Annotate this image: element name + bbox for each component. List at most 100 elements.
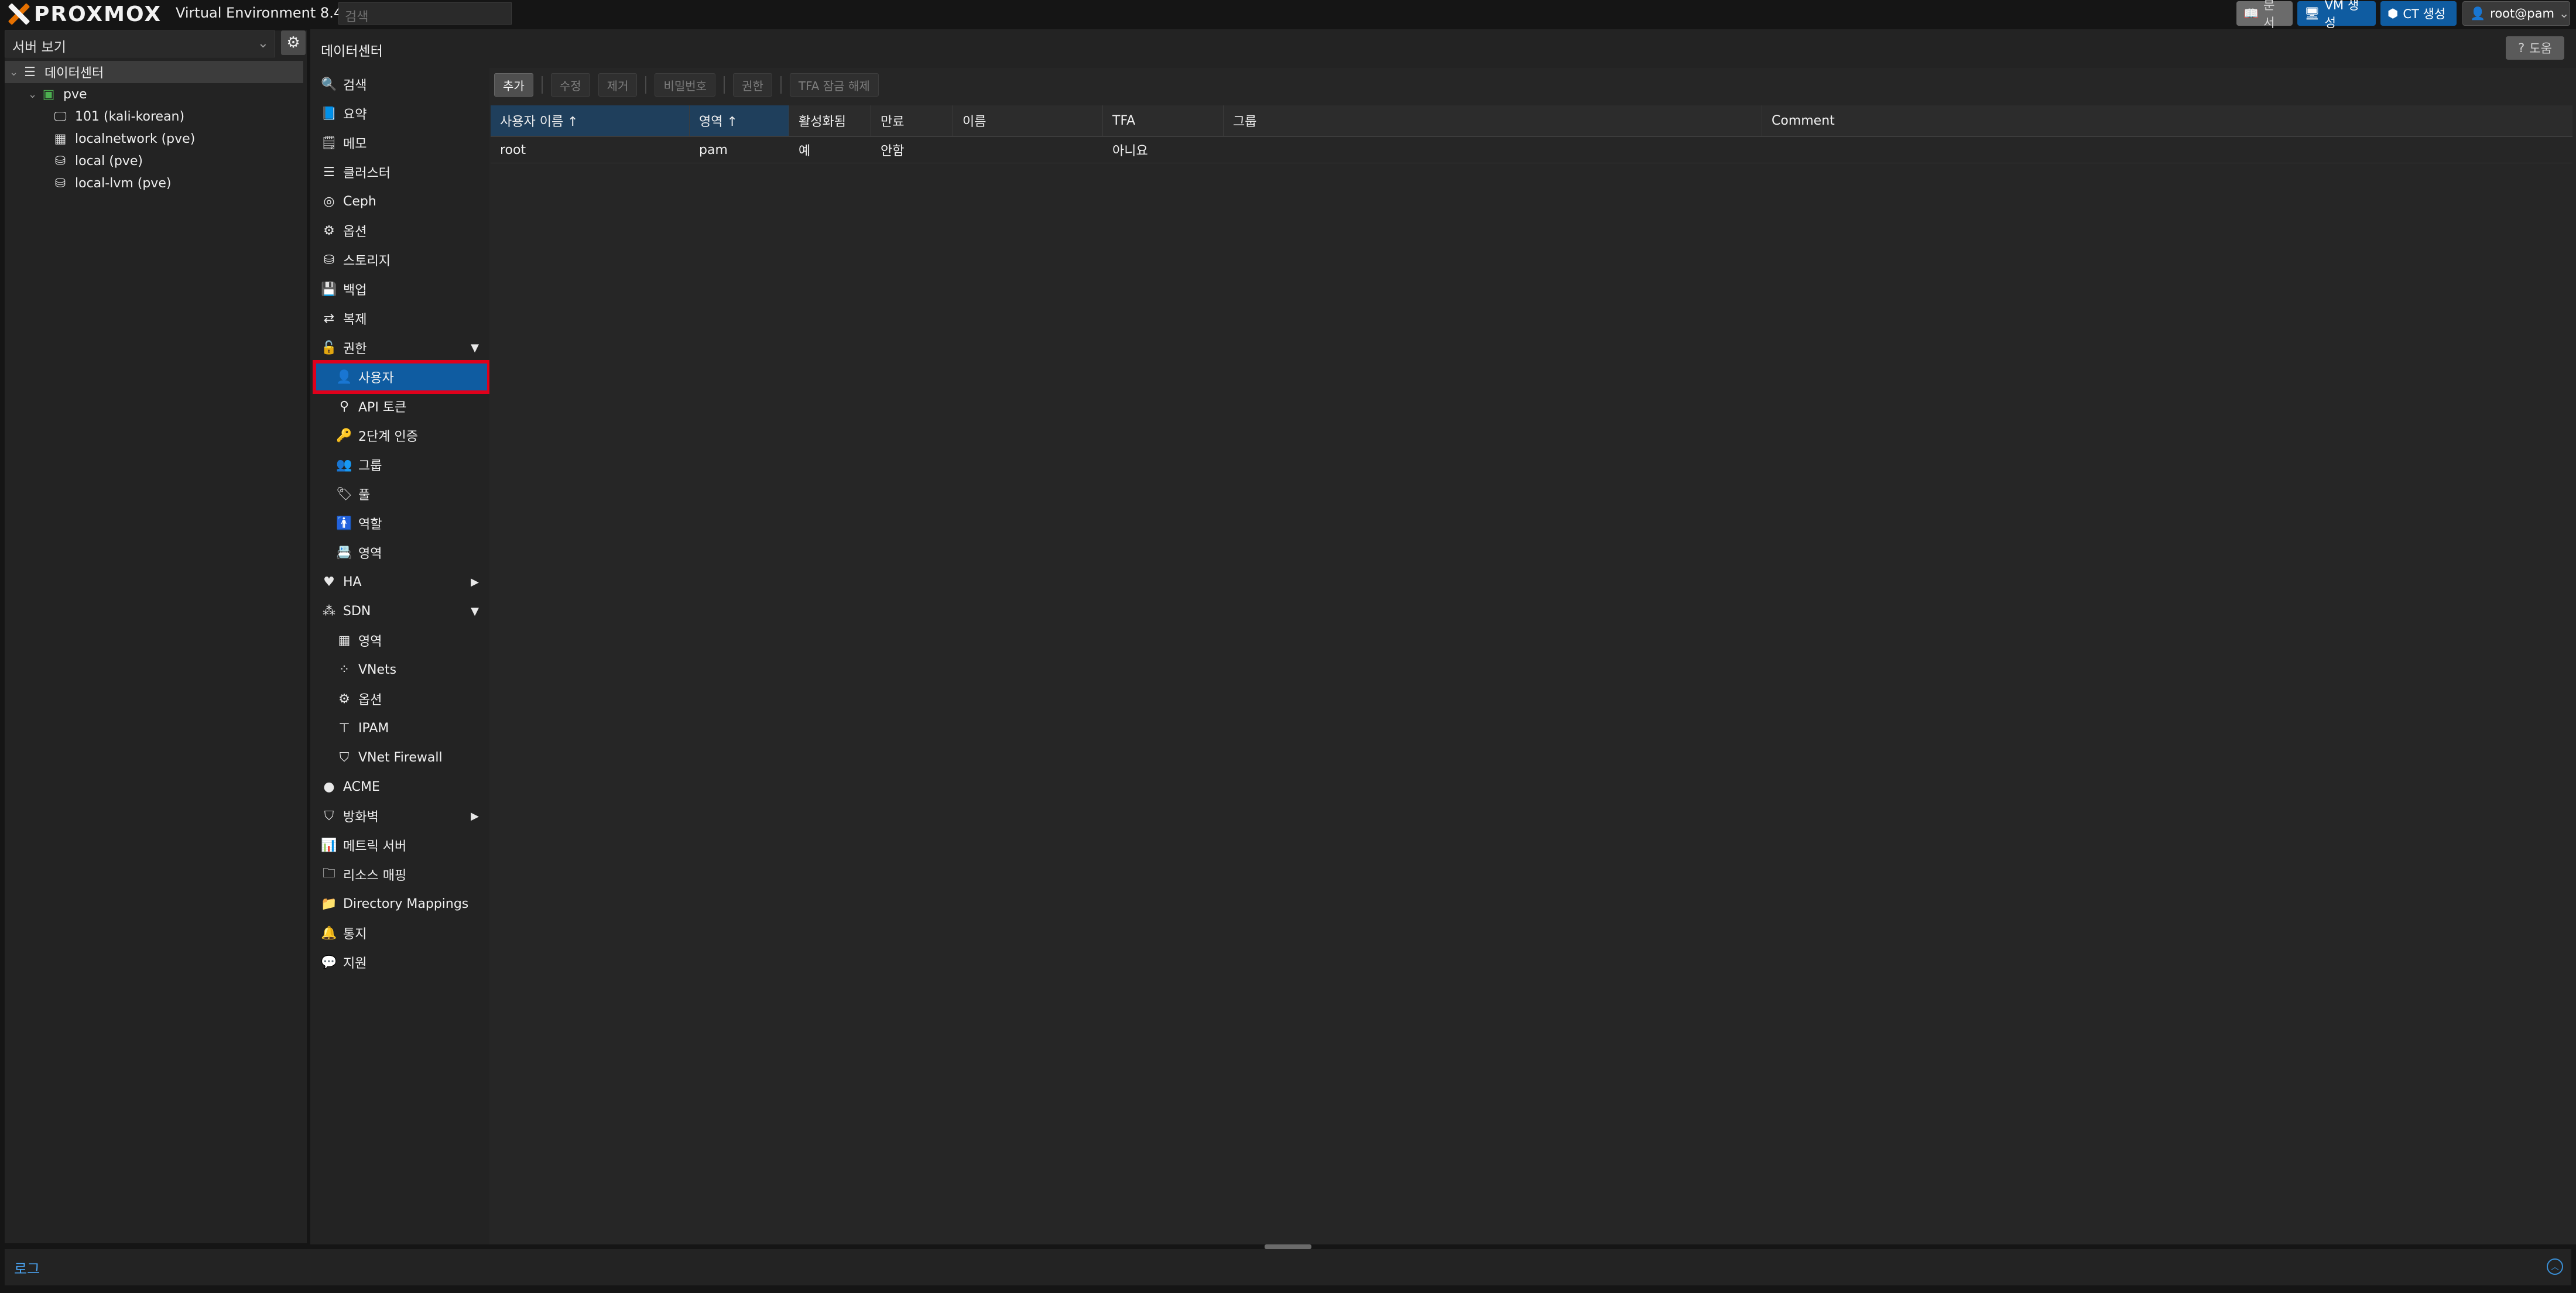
collapse-icon[interactable]: ⌄ — [28, 88, 40, 101]
nav-item-cluster[interactable]: ☰ 클러스터 — [316, 159, 487, 186]
nav-item-replication[interactable]: ⇄ 복제 — [316, 305, 487, 332]
users-icon: 👥 — [336, 457, 352, 472]
nav-item-pools[interactable]: 🏷 풀 — [316, 481, 487, 507]
cell-groups — [1224, 137, 1762, 163]
nav-item-label: 그룹 — [358, 459, 382, 474]
column-header-comment[interactable]: Comment — [1762, 105, 2572, 136]
nav-item-sdn-options[interactable]: ⚙ 옵션 — [316, 685, 487, 712]
book-icon: 📖 — [2243, 6, 2259, 20]
nav-item-resource-mappings[interactable]: 🗀 리소스 매핑 — [316, 861, 487, 888]
create-vm-button[interactable]: 🖥 VM 생성 — [2297, 0, 2376, 30]
tree-item-local[interactable]: ⛁ local (pve) — [5, 150, 303, 172]
nav-item-label: Directory Mappings — [343, 896, 469, 911]
collapse-icon[interactable]: ⌄ — [9, 66, 21, 78]
nav-item-sdn-zones[interactable]: ▦ 영역 — [316, 627, 487, 654]
column-header-tfa[interactable]: TFA — [1103, 105, 1224, 136]
column-header-name[interactable]: 이름 — [953, 105, 1103, 136]
caret-right-icon: ▶ — [471, 810, 479, 822]
tree-item-label: local-lvm (pve) — [75, 176, 172, 191]
nav-item-vnets[interactable]: ⁘ VNets — [316, 656, 487, 683]
bell-icon: 🔔 — [321, 925, 337, 941]
nav-item-label: 백업 — [343, 283, 367, 298]
nav-item-label: 영역 — [358, 635, 382, 649]
nav-item-acme[interactable]: ● ACME — [316, 773, 487, 800]
column-header-enabled[interactable]: 활성화됨 — [789, 105, 871, 136]
nav-item-options[interactable]: ⚙ 옵션 — [316, 217, 487, 244]
tree-item-node-pve[interactable]: ⌄ ▣ pve — [5, 83, 303, 105]
caret-down-icon: ▼ — [471, 605, 479, 618]
nav-item-storage[interactable]: ⛁ 스토리지 — [316, 246, 487, 273]
nav-item-label: 검색 — [343, 78, 367, 93]
view-selector[interactable]: 서버 보기 ⌄ — [5, 30, 275, 57]
nav-item-groups[interactable]: 👥 그룹 — [316, 451, 487, 478]
users-grid-header: 사용자 이름 ↑ 영역 ↑ 활성화됨 만료 이름 TFA 그룹 Comment — [491, 105, 2572, 137]
create-ct-button[interactable]: ⬢ CT 생성 — [2380, 1, 2457, 26]
nav-item-directory-mappings[interactable]: 📁 Directory Mappings — [316, 890, 487, 917]
tree-item-vm-101[interactable]: 🖵 101 (kali-korean) — [5, 105, 303, 128]
nav-item-search[interactable]: 🔍 검색 — [316, 71, 487, 98]
log-panel[interactable] — [5, 1249, 2571, 1285]
nav-item-firewall[interactable]: ⛉ 방화벽 ▶ — [316, 802, 487, 829]
column-header-realm[interactable]: 영역 ↑ — [690, 105, 789, 136]
nav-item-two-factor[interactable]: 🔑 2단계 인증 — [316, 422, 487, 449]
nav-item-notifications[interactable]: 🔔 통지 — [316, 920, 487, 946]
tree-item-datacenter[interactable]: ⌄ ☰ 데이터센터 — [5, 61, 303, 83]
permissions-button[interactable]: 권한 — [733, 73, 772, 97]
certificate-icon: ● — [323, 779, 335, 794]
tree-item-localnetwork[interactable]: ▦ localnetwork (pve) — [5, 128, 303, 150]
docs-button[interactable]: 📖 문서 — [2236, 0, 2293, 30]
nav-item-users[interactable]: 👤 사용자 — [313, 360, 491, 394]
remove-button[interactable]: 제거 — [598, 73, 638, 97]
tree-item-label: 101 (kali-korean) — [75, 109, 185, 124]
log-panel-splitter[interactable] — [1265, 1244, 1311, 1249]
toolbar-separator — [541, 76, 543, 94]
table-row[interactable]: root pam 예 안함 아니요 — [491, 137, 2572, 163]
nav-item-label: API 토큰 — [358, 400, 407, 415]
nav-item-api-tokens[interactable]: ⚲ API 토큰 — [316, 393, 487, 420]
nav-item-label: 리소스 매핑 — [343, 869, 407, 883]
storage-icon: ⛁ — [54, 176, 66, 191]
proxmox-logo[interactable]: PROXMOX — [7, 2, 162, 26]
nav-item-label: VNets — [358, 662, 397, 677]
column-header-username[interactable]: 사용자 이름 ↑ — [491, 105, 690, 136]
column-header-groups[interactable]: 그룹 — [1224, 105, 1762, 136]
desktop-icon: 🖥 — [2304, 6, 2320, 20]
column-header-expire[interactable]: 만료 — [871, 105, 953, 136]
nav-item-ipam[interactable]: ⊤ IPAM — [316, 715, 487, 742]
users-toolbar: 추가 수정 제거 비밀번호 권한 TFA 잠금 해제 — [494, 70, 879, 100]
nav-item-sdn[interactable]: ⁂ SDN ▼ — [316, 598, 487, 625]
help-button[interactable]: ? 도움 — [2506, 36, 2564, 60]
toolbar-separator — [724, 76, 725, 94]
nav-item-vnet-firewall[interactable]: ⛉ VNet Firewall — [316, 744, 487, 771]
nav-item-realms[interactable]: 📇 영역 — [316, 539, 487, 566]
edit-button[interactable]: 수정 — [550, 73, 590, 97]
nav-item-metric-server[interactable]: 📊 메트릭 서버 — [316, 832, 487, 859]
nav-item-label: SDN — [343, 603, 371, 619]
nav-item-label: HA — [343, 574, 362, 589]
tree-settings-button[interactable]: ⚙ — [281, 30, 306, 55]
ipam-icon: ⊤ — [338, 721, 350, 736]
nav-item-notes[interactable]: 🗒 메모 — [316, 129, 487, 156]
password-button[interactable]: 비밀번호 — [655, 73, 716, 97]
nav-item-summary[interactable]: 📘 요약 — [316, 100, 487, 127]
log-title[interactable]: 로그 — [14, 1257, 40, 1278]
nav-item-permissions[interactable]: 🔓 권한 ▼ — [316, 334, 487, 361]
user-menu-button[interactable]: 👤 root@pam ⌄ — [2462, 1, 2570, 26]
database-icon: ⛁ — [323, 252, 335, 267]
tree-item-label: local (pve) — [75, 153, 143, 169]
nav-item-roles[interactable]: 🚹 역할 — [316, 510, 487, 537]
nav-item-label: 2단계 인증 — [358, 430, 418, 444]
nav-item-label: 지원 — [343, 956, 367, 971]
add-button[interactable]: 추가 — [494, 73, 533, 97]
tree-item-local-lvm[interactable]: ⛁ local-lvm (pve) — [5, 172, 303, 194]
nav-item-label: 요약 — [343, 108, 367, 122]
search-input[interactable]: 검색 — [338, 2, 512, 25]
expand-up-icon[interactable]: ︿ — [2547, 1258, 2563, 1275]
nav-item-backup[interactable]: 💾 백업 — [316, 276, 487, 303]
gear-icon: ⚙ — [338, 691, 350, 706]
nav-item-ha[interactable]: ♥ HA ▶ — [316, 568, 487, 595]
tfa-unlock-button[interactable]: TFA 잠금 해제 — [789, 73, 879, 97]
nav-item-label: 방화벽 — [343, 810, 379, 825]
nav-item-support[interactable]: 💬 지원 — [316, 949, 487, 976]
nav-item-ceph[interactable]: ◎ Ceph — [316, 188, 487, 215]
